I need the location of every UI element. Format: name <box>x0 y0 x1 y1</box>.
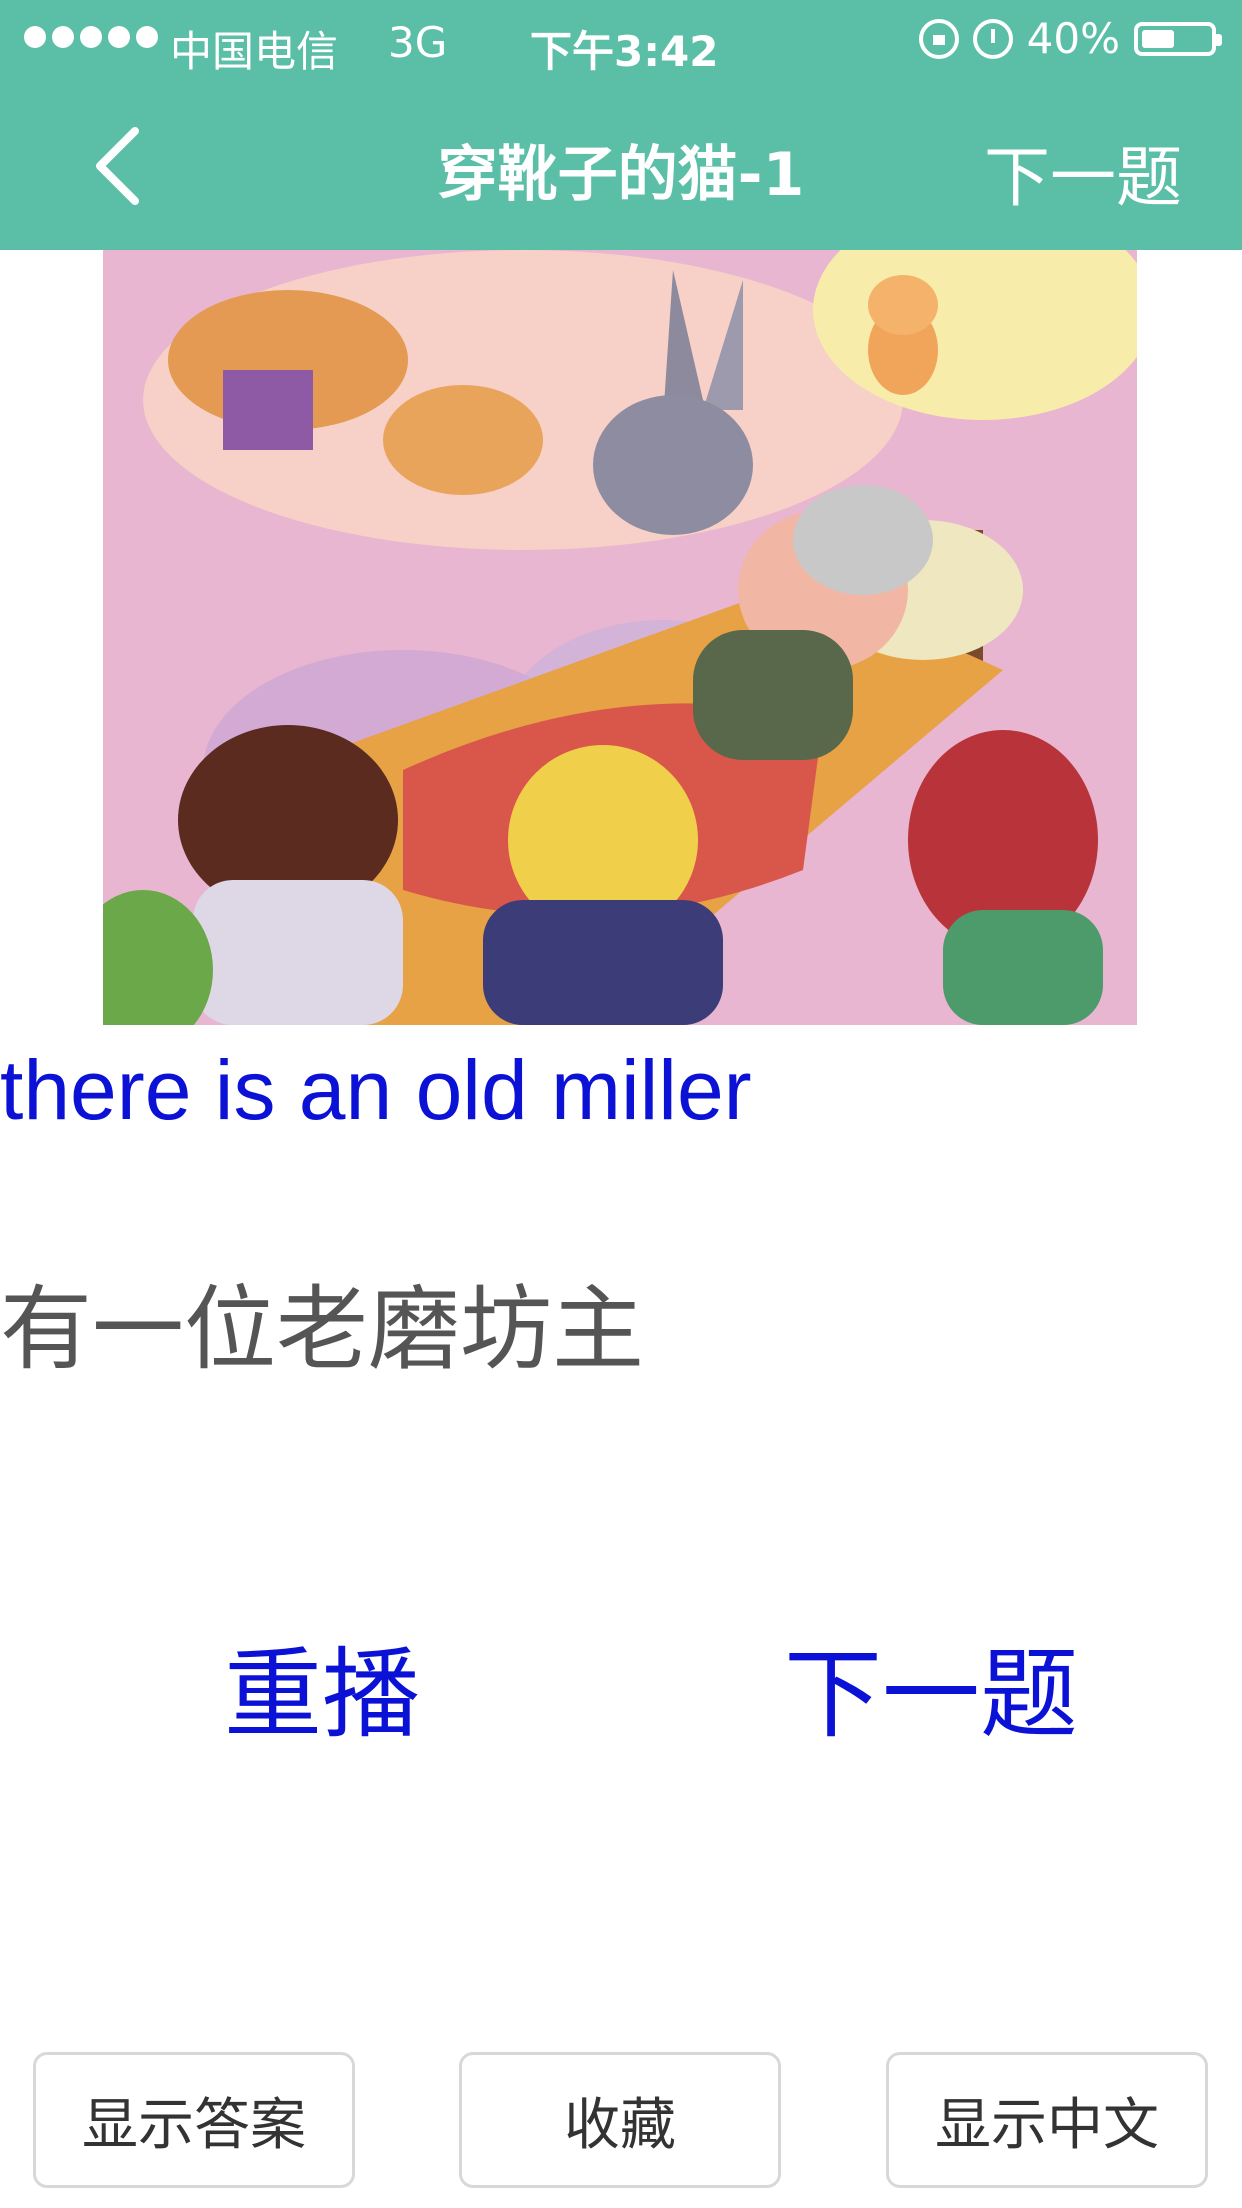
nav-bar: 穿靴子的猫-1 下一题 <box>0 84 1242 250</box>
chinese-sentence: 有一位老磨坊主 <box>0 1276 645 1383</box>
next-question-button[interactable]: 下一题 <box>784 1615 1078 1757</box>
english-sentence: there is an old miller <box>0 1043 752 1137</box>
alarm-icon <box>972 18 1013 59</box>
carrier-name: 中国电信 <box>170 27 339 76</box>
status-bar: 中国电信 3G 下午3:42 40% <box>0 0 1242 84</box>
show-answer-button[interactable]: 显示答案 <box>33 2052 355 2188</box>
battery-percent: 40% <box>1026 14 1120 63</box>
story-illustration <box>103 250 1137 1025</box>
network-type: 3G <box>388 18 448 67</box>
battery-icon <box>1134 21 1222 56</box>
rotation-lock-icon <box>918 18 959 59</box>
show-chinese-button[interactable]: 显示中文 <box>886 2052 1208 2188</box>
replay-button[interactable]: 重播 <box>224 1615 420 1757</box>
status-right: 40% <box>918 14 1222 63</box>
signal-strength-icon <box>24 26 158 48</box>
clock: 下午3:42 <box>530 27 719 76</box>
header-bar: 中国电信 3G 下午3:42 40% 穿靴子的猫-1 下一题 <box>0 0 1242 250</box>
favorite-button[interactable]: 收藏 <box>459 2052 781 2188</box>
nav-next-button[interactable]: 下一题 <box>984 124 1182 220</box>
